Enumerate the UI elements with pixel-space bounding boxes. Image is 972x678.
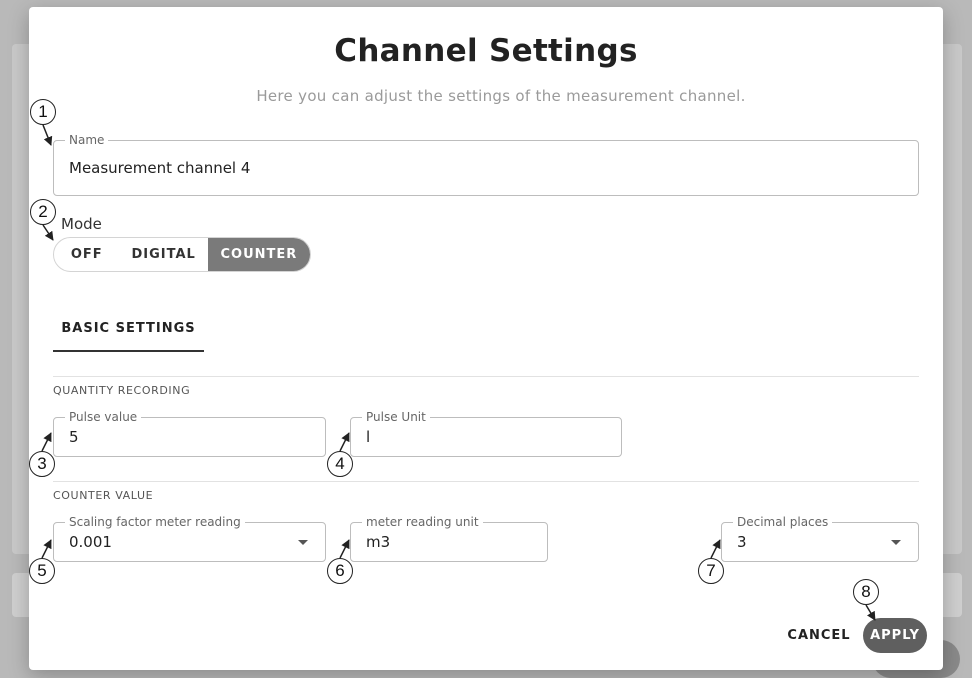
callout-marker-6: 6 — [327, 558, 353, 584]
dialog-subtitle: Here you can adjust the settings of the … — [256, 87, 746, 105]
name-field[interactable]: Name Measurement channel 4 — [53, 133, 919, 196]
section-heading-counter-value: COUNTER VALUE — [53, 489, 154, 502]
mode-option-counter[interactable]: COUNTER — [207, 238, 310, 271]
callout-marker-1: 1 — [30, 99, 56, 125]
mode-option-digital[interactable]: DIGITAL — [119, 238, 207, 271]
divider — [53, 481, 919, 482]
pulse-value-field[interactable]: Pulse value 5 — [53, 410, 326, 457]
meter-reading-unit-label: meter reading unit — [362, 515, 483, 529]
callout-marker-8: 8 — [853, 579, 879, 605]
scaling-factor-select[interactable]: Scaling factor meter reading 0.001 — [53, 515, 326, 562]
callout-marker-5: 5 — [29, 558, 55, 584]
decimal-places-value: 3 — [737, 533, 747, 551]
callout-marker-4: 4 — [327, 451, 353, 477]
mode-option-off[interactable]: OFF — [54, 238, 119, 271]
channel-settings-dialog: Channel Settings Here you can adjust the… — [29, 7, 943, 670]
name-field-label: Name — [65, 133, 109, 147]
mode-label: Mode — [61, 215, 102, 233]
section-heading-quantity-recording: QUANTITY RECORDING — [53, 384, 191, 397]
divider — [53, 376, 919, 377]
callout-marker-3: 3 — [29, 451, 55, 477]
name-input-value[interactable]: Measurement channel 4 — [69, 159, 250, 177]
dialog-title: Channel Settings — [334, 33, 638, 69]
scaling-factor-value: 0.001 — [69, 533, 112, 551]
decimal-places-select[interactable]: Decimal places 3 — [721, 515, 919, 562]
tab-basic-settings[interactable]: BASIC SETTINGS — [53, 307, 204, 352]
chevron-down-icon[interactable] — [298, 540, 308, 545]
pulse-unit-input[interactable]: l — [366, 428, 370, 446]
pulse-value-input[interactable]: 5 — [69, 428, 79, 446]
meter-reading-unit-field[interactable]: meter reading unit m3 — [350, 515, 548, 562]
mode-toggle-group: OFF DIGITAL COUNTER — [53, 237, 311, 272]
chevron-down-icon[interactable] — [891, 540, 901, 545]
scaling-factor-label: Scaling factor meter reading — [65, 515, 245, 529]
meter-reading-unit-input[interactable]: m3 — [366, 533, 390, 551]
pulse-unit-label: Pulse Unit — [362, 410, 430, 424]
decimal-places-label: Decimal places — [733, 515, 833, 529]
pulse-unit-field[interactable]: Pulse Unit l — [350, 410, 622, 457]
apply-button[interactable]: APPLY — [863, 618, 927, 653]
pulse-value-label: Pulse value — [65, 410, 142, 424]
callout-marker-7: 7 — [698, 558, 724, 584]
cancel-button[interactable]: CANCEL — [784, 620, 854, 650]
callout-marker-2: 2 — [30, 199, 56, 225]
